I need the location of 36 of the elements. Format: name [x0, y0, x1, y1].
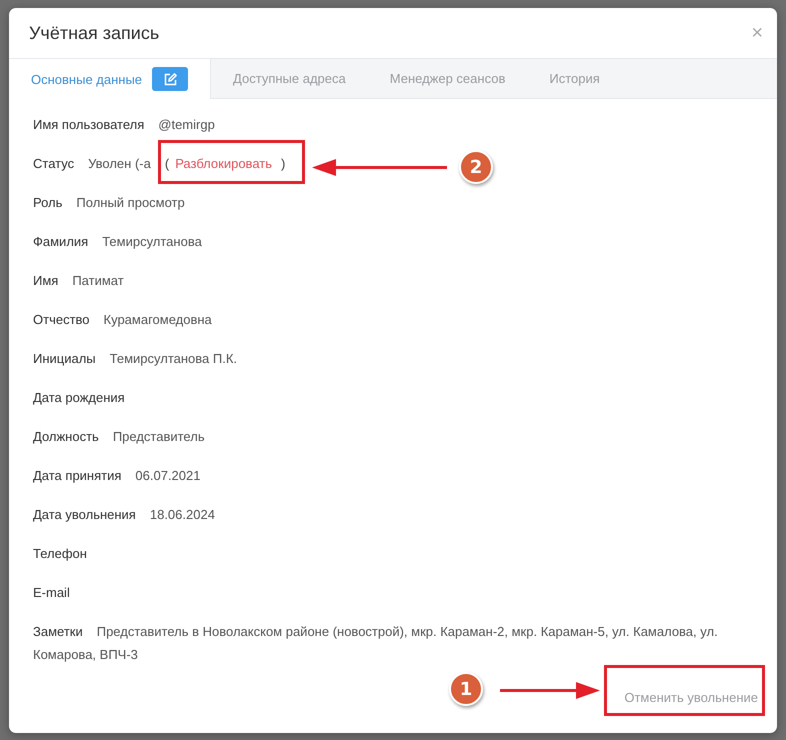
field-label: Дата принятия [33, 468, 122, 483]
field-label: Должность [33, 429, 99, 444]
field-value: Курамагомедовна [104, 312, 212, 327]
field-label: Дата увольнения [33, 507, 136, 522]
field-label: Роль [33, 195, 62, 210]
tab[interactable]: Основные данные [9, 59, 212, 99]
field-value: Полный просмотр [76, 195, 185, 210]
field-label: Дата рождения [33, 390, 125, 405]
field-value: @temirgp [158, 117, 215, 132]
field-value: Патимат [72, 273, 124, 288]
field-value: Темирсултанова П.К. [110, 351, 238, 366]
parenthesis: ( [164, 156, 170, 171]
field-value: Представитель [112, 429, 205, 444]
field-label: Инициалы [33, 351, 96, 366]
dialog-title: Учётная запись [29, 22, 160, 44]
field-label: Фамилия [33, 234, 88, 249]
field-label: Отчество [33, 312, 90, 327]
field-label: Телефон [33, 546, 87, 561]
field-value: 18.06.2024 [150, 507, 215, 522]
tab[interactable]: Менеджер сеансов [368, 59, 528, 98]
tab[interactable]: История [527, 59, 622, 98]
field-label: E-mail [33, 585, 70, 600]
field-label: Статус [33, 156, 74, 171]
parenthesis: ) [281, 156, 286, 171]
unblock-link[interactable]: Разблокировать [175, 156, 272, 171]
cancel-dismissal-button[interactable]: Отменить увольнение [624, 682, 758, 713]
close-button[interactable]: × [751, 22, 763, 44]
edit-button[interactable] [152, 67, 188, 91]
field-label: Имя пользователя [33, 117, 144, 132]
status-value: Уволен (-а [88, 156, 151, 171]
tab[interactable]: Доступные адреса [211, 59, 368, 98]
notes-text: Заметки Представитель в Новолакском районе (новострой), мкр. Караман-2, мкр. Караман-5, ул. Камалова, ул. Комарова, ВПЧ-3 [33, 623, 719, 664]
field-value: Темирсултанова [102, 234, 202, 249]
edit-icon [164, 72, 177, 86]
field-value: 06.07.2021 [135, 468, 200, 483]
field-label: Имя [33, 273, 58, 288]
